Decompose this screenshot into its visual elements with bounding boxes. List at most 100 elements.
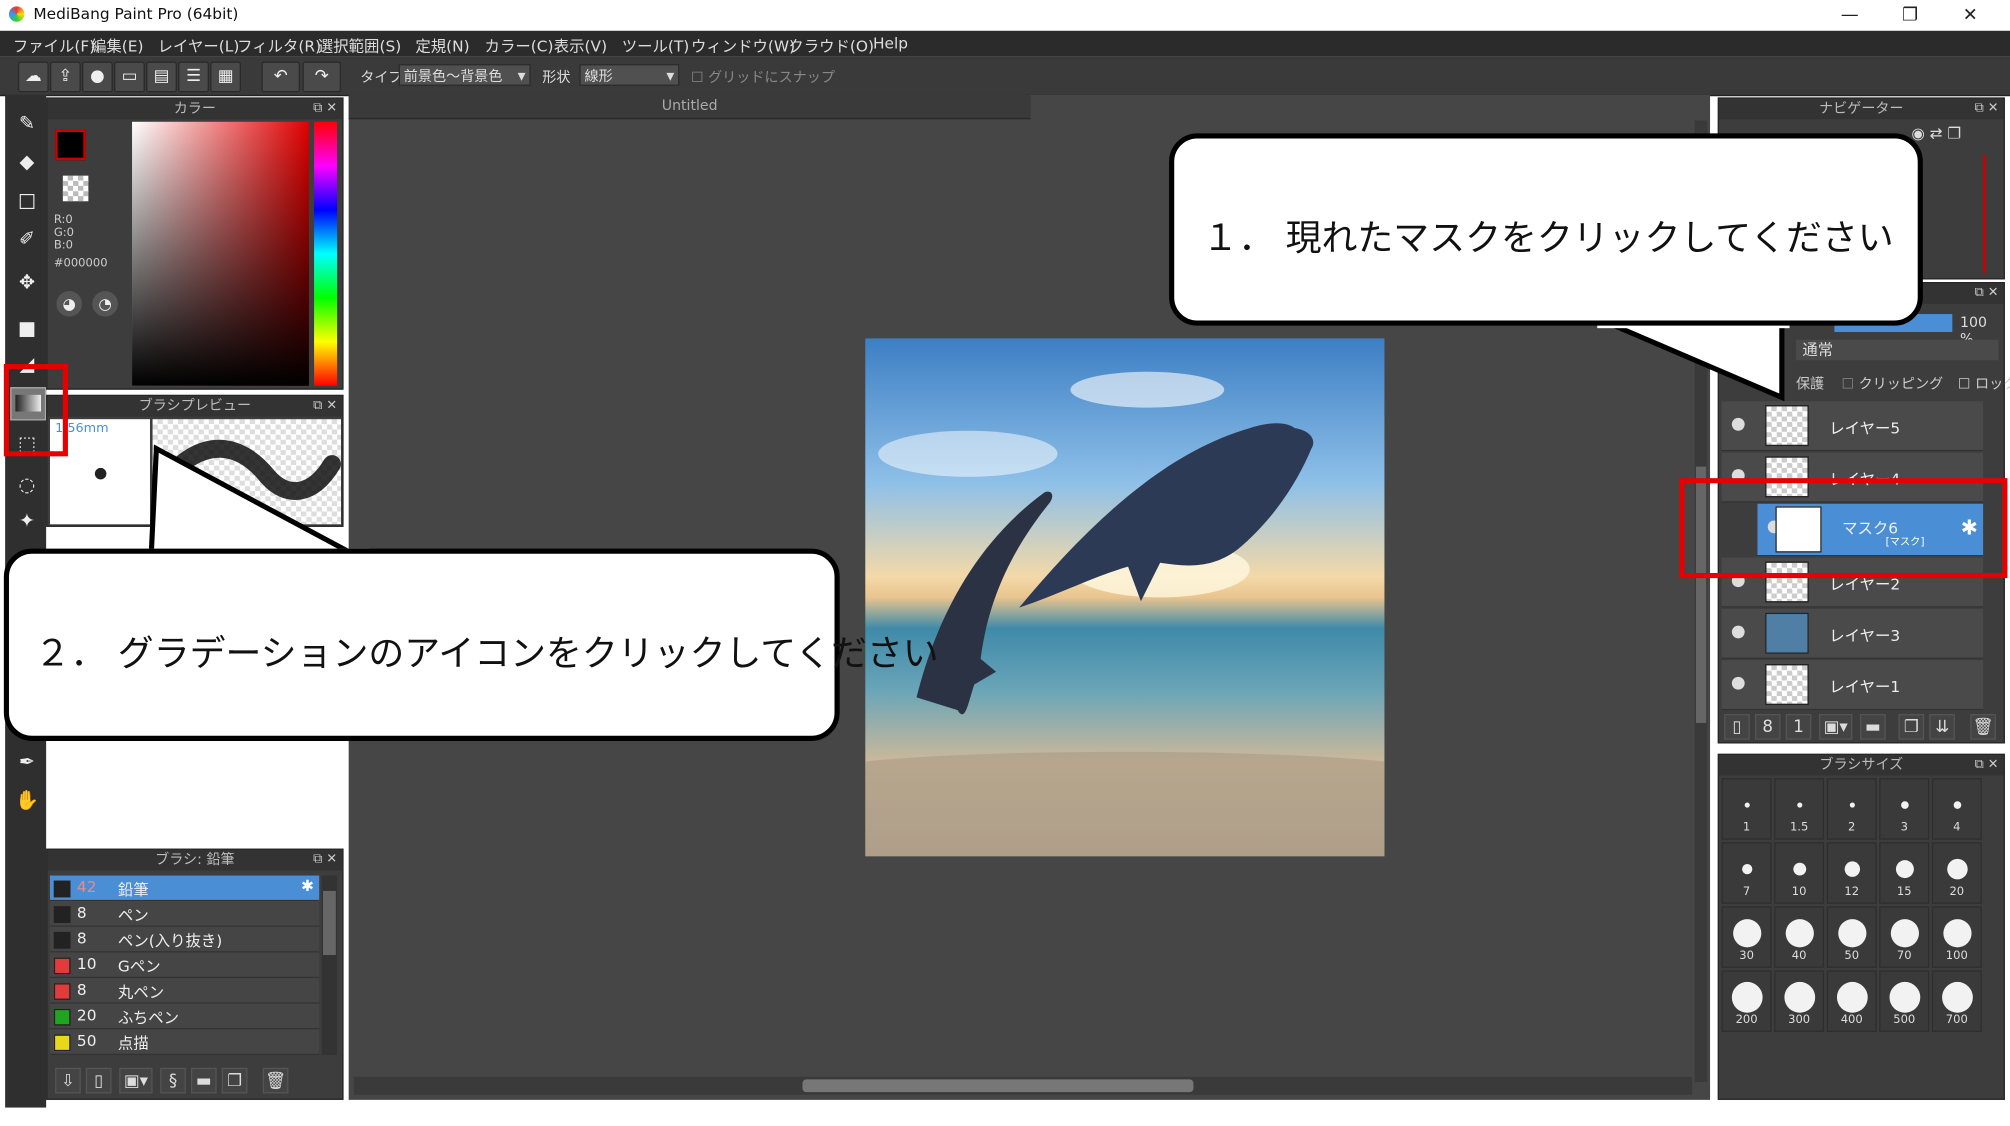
brush-size-cell[interactable]: 200 [1721, 970, 1772, 1032]
visibility-icon[interactable] [1731, 625, 1745, 639]
brush-item[interactable]: 50 点描 [49, 1029, 320, 1056]
dolphin-artwork[interactable] [865, 338, 1385, 857]
menu-window[interactable]: ウィンドウ(W) [691, 35, 795, 57]
palette-icon[interactable]: ◕ [56, 290, 83, 317]
menu-filter[interactable]: フィルタ(R) [237, 35, 321, 57]
brush-item[interactable]: 8 ペン(入り抜き) [49, 926, 320, 953]
eraser-tool-icon[interactable]: ◆ [10, 146, 43, 177]
foreground-color-swatch[interactable] [55, 129, 86, 161]
brush-item[interactable]: 20 ふちペン [49, 1003, 320, 1030]
type-select[interactable]: 前景色〜背景色 ▼ [398, 64, 531, 86]
brush-size-cell[interactable]: 400 [1826, 970, 1877, 1032]
menu-layer[interactable]: レイヤー(L) [158, 35, 240, 57]
comment-icon[interactable]: ● [82, 61, 113, 93]
brush-size-cell[interactable]: 7 [1721, 842, 1772, 904]
undo-icon[interactable]: ↶ [261, 61, 300, 93]
palette-add-icon[interactable]: ◔ [92, 290, 118, 317]
menu-selection[interactable]: 選択範囲(S) [318, 35, 401, 57]
gear-icon[interactable]: ✱ [301, 877, 314, 895]
brush-size-cell[interactable]: 700 [1931, 970, 1982, 1032]
brush-size-cell[interactable]: 100 [1931, 906, 1982, 968]
brush-size-cell[interactable]: 3 [1879, 778, 1930, 840]
grid-snap-checkbox[interactable]: ☐ グリッドにスナップ [691, 67, 835, 88]
new-brush-icon[interactable]: ▯ [85, 1067, 112, 1094]
brush-size-cell[interactable]: 500 [1879, 970, 1930, 1032]
document-icon[interactable]: ▤ [146, 61, 177, 93]
cloud-download-icon[interactable]: ⇩ [55, 1067, 81, 1094]
layer-row[interactable]: レイヤー1 [1721, 660, 1984, 711]
transparent-swatch[interactable] [62, 175, 89, 202]
brush-size-cell[interactable]: 15 [1879, 842, 1930, 904]
brush-size-cell[interactable]: 10 [1774, 842, 1825, 904]
folder-icon[interactable]: ▬ [191, 1067, 217, 1094]
horizontal-scrollbar[interactable] [353, 1076, 1693, 1095]
duplicate-icon[interactable]: ❐ [221, 1067, 248, 1094]
brush-tool-icon[interactable]: ✎ [10, 108, 43, 139]
add-brush-icon[interactable]: ▣▾ [119, 1067, 153, 1094]
minimize-button[interactable]: — [1820, 0, 1879, 31]
menu-edit[interactable]: 編集(E) [91, 35, 143, 57]
brush-size-cell[interactable]: 50 [1826, 906, 1877, 968]
brush-size-cell[interactable]: 1.5 [1774, 778, 1825, 840]
grid-icon[interactable]: ▦ [210, 61, 241, 93]
restore-button[interactable]: ❐ [1881, 0, 1940, 31]
brush-size-cell[interactable]: 40 [1774, 906, 1825, 968]
shape-select[interactable]: 線形 ▼ [579, 64, 680, 86]
brush-size-cell[interactable]: 1 [1721, 778, 1772, 840]
add-layer-menu-icon[interactable]: ▣▾ [1819, 714, 1853, 740]
visibility-icon[interactable] [1731, 676, 1745, 690]
move-tool-icon[interactable]: ✥ [10, 267, 43, 298]
visibility-icon[interactable] [1731, 417, 1745, 431]
cloud-icon[interactable]: ☁ [17, 61, 49, 93]
menu-view[interactable]: 表示(V) [554, 35, 607, 57]
panel-close-icon[interactable]: ⧉ ✕ [313, 99, 337, 120]
panel-close-icon[interactable]: ⧉ ✕ [1975, 283, 1999, 304]
brush-size-cell[interactable]: 300 [1774, 970, 1825, 1032]
panel-close-icon[interactable]: ⧉ ✕ [1975, 99, 1999, 120]
menu-color[interactable]: カラー(C) [485, 35, 554, 57]
saturation-value-picker[interactable] [132, 121, 309, 386]
clipping-checkbox[interactable]: クリッピング [1859, 376, 1944, 393]
menu-ruler[interactable]: 定規(N) [415, 35, 469, 57]
merge-icon[interactable]: ⇊ [1929, 714, 1955, 740]
menu-cloud[interactable]: クラウド(O) [788, 35, 874, 57]
lasso-tool-icon[interactable]: ◌ [10, 469, 43, 500]
fill-rect-tool-icon[interactable]: ■ [10, 313, 43, 344]
duplicate-icon[interactable]: ❐ [1898, 714, 1925, 740]
menu-tool[interactable]: ツール(T) [622, 35, 690, 57]
brush-size-cell[interactable]: 70 [1879, 906, 1930, 968]
redo-icon[interactable]: ↷ [302, 61, 341, 93]
brush-size-cell[interactable]: 2 [1826, 778, 1877, 840]
trash-icon[interactable]: 🗑 [1970, 714, 1996, 740]
new-1bit-layer-icon[interactable]: 1 [1785, 714, 1812, 740]
brush-item[interactable]: 8 ペン [49, 901, 320, 927]
panel-close-icon[interactable]: ⧉ ✕ [1975, 755, 1999, 776]
blend-mode-select[interactable]: 通常 [1795, 339, 1999, 361]
panel-close-icon[interactable]: ⧉ ✕ [313, 396, 337, 417]
hue-slider[interactable] [314, 121, 338, 386]
list-icon[interactable]: ☰ [178, 61, 209, 93]
close-button[interactable]: ✕ [1941, 0, 2000, 31]
folder-icon[interactable]: ▬ [1860, 714, 1886, 740]
layer-row[interactable]: レイヤー3 [1721, 608, 1984, 659]
document-tab[interactable]: Untitled [348, 94, 1031, 120]
brush-size-cell[interactable]: 30 [1721, 906, 1772, 968]
script-icon[interactable]: § [160, 1067, 186, 1094]
eyedropper-tool-icon[interactable]: ✒ [10, 746, 43, 777]
brush-list-scrollbar[interactable] [321, 875, 338, 1056]
brush-size-cell[interactable]: 12 [1826, 842, 1877, 904]
brush-item[interactable]: 8 丸ペン [49, 978, 320, 1004]
scroll-thumb[interactable] [323, 890, 336, 956]
new-layer-icon[interactable]: ▯ [1724, 714, 1750, 740]
brush-item[interactable]: 10 Gペン [49, 952, 320, 979]
menu-help[interactable]: Help [873, 35, 908, 53]
hand-tool-icon[interactable]: ✋ [10, 785, 43, 816]
new-8bit-layer-icon[interactable]: 8 [1754, 714, 1781, 740]
scroll-thumb[interactable] [802, 1079, 1194, 1093]
brush-size-cell[interactable]: 4 [1931, 778, 1982, 840]
pen-tool-icon[interactable]: ✐ [10, 223, 43, 254]
brush-item[interactable]: 42 鉛筆 ✱ [49, 875, 320, 902]
rectangle-tool-icon[interactable]: □ [10, 185, 43, 216]
navigator-tools[interactable]: ◉ ⇄ ❐ [1911, 124, 2001, 150]
lock-checkbox[interactable]: ロック [1975, 376, 2010, 393]
